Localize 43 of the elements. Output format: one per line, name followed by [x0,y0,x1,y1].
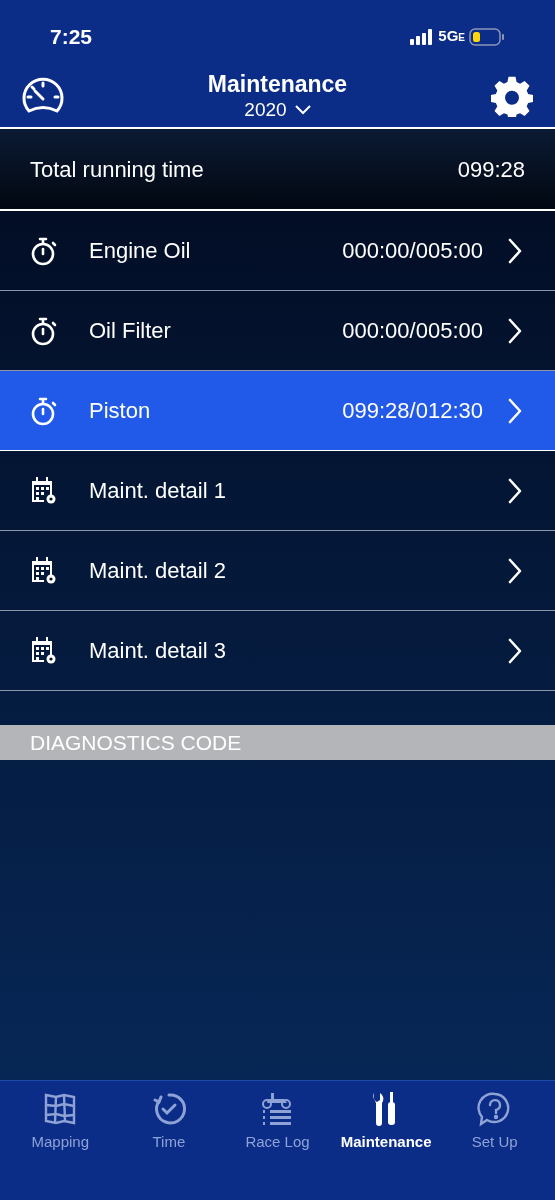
item-label: Piston [89,397,152,425]
item-label: Engine Oil [89,237,192,265]
list-row[interactable]: Maint. detail 1 [0,451,555,531]
item-label: Maint. detail 1 [89,477,227,505]
list-row[interactable]: Maint. detail 2 [0,531,555,611]
year-dropdown[interactable]: 2020 [244,98,311,122]
chevron-down-icon [294,105,311,115]
signal-icon [410,28,435,45]
total-label: Total running time [30,155,204,184]
item-label: Maint. detail 2 [89,557,227,585]
tab-item[interactable]: Mapping [6,1091,115,1154]
chevron-right-icon [507,476,523,505]
tab-item[interactable]: Maintenance [331,1091,441,1154]
calendar-gear-icon [30,635,58,666]
battery-icon [469,27,505,46]
speedometer-icon[interactable] [22,77,64,115]
calendar-gear-icon [30,475,58,506]
chevron-right-icon [507,396,523,425]
tab-item[interactable]: Time [114,1091,224,1154]
item-value: 099:28/012:30 [342,397,483,425]
calendar-gear-icon [30,555,58,586]
tab-item[interactable]: Race Log [223,1091,332,1154]
stopwatch-icon [30,315,58,346]
chevron-right-icon [507,556,523,585]
settings-icon[interactable] [491,75,533,117]
stopwatch-icon [30,235,58,266]
item-value: 000:00/005:00 [342,317,483,345]
section-title: DIAGNOSTICS CODE [30,729,242,756]
item-label: Oil Filter [89,317,172,345]
chevron-right-icon [507,316,523,345]
list-row[interactable]: Piston 099:28/012:30 [0,371,555,451]
item-value: 000:00/005:00 [342,237,483,265]
network-label: 5GE [438,26,465,47]
screen-title: Maintenance [207,70,348,98]
item-label: Maint. detail 3 [89,637,227,665]
chevron-right-icon [507,236,523,265]
chevron-right-icon [507,636,523,665]
stopwatch-icon [30,395,58,426]
list-row[interactable]: Engine Oil 000:00/005:00 [0,211,555,291]
list-row[interactable]: Maint. detail 3 [0,611,555,691]
status-time: 7:25 [50,23,93,50]
tab-item[interactable]: Set Up [440,1091,549,1154]
total-value: 099:28 [457,155,525,184]
